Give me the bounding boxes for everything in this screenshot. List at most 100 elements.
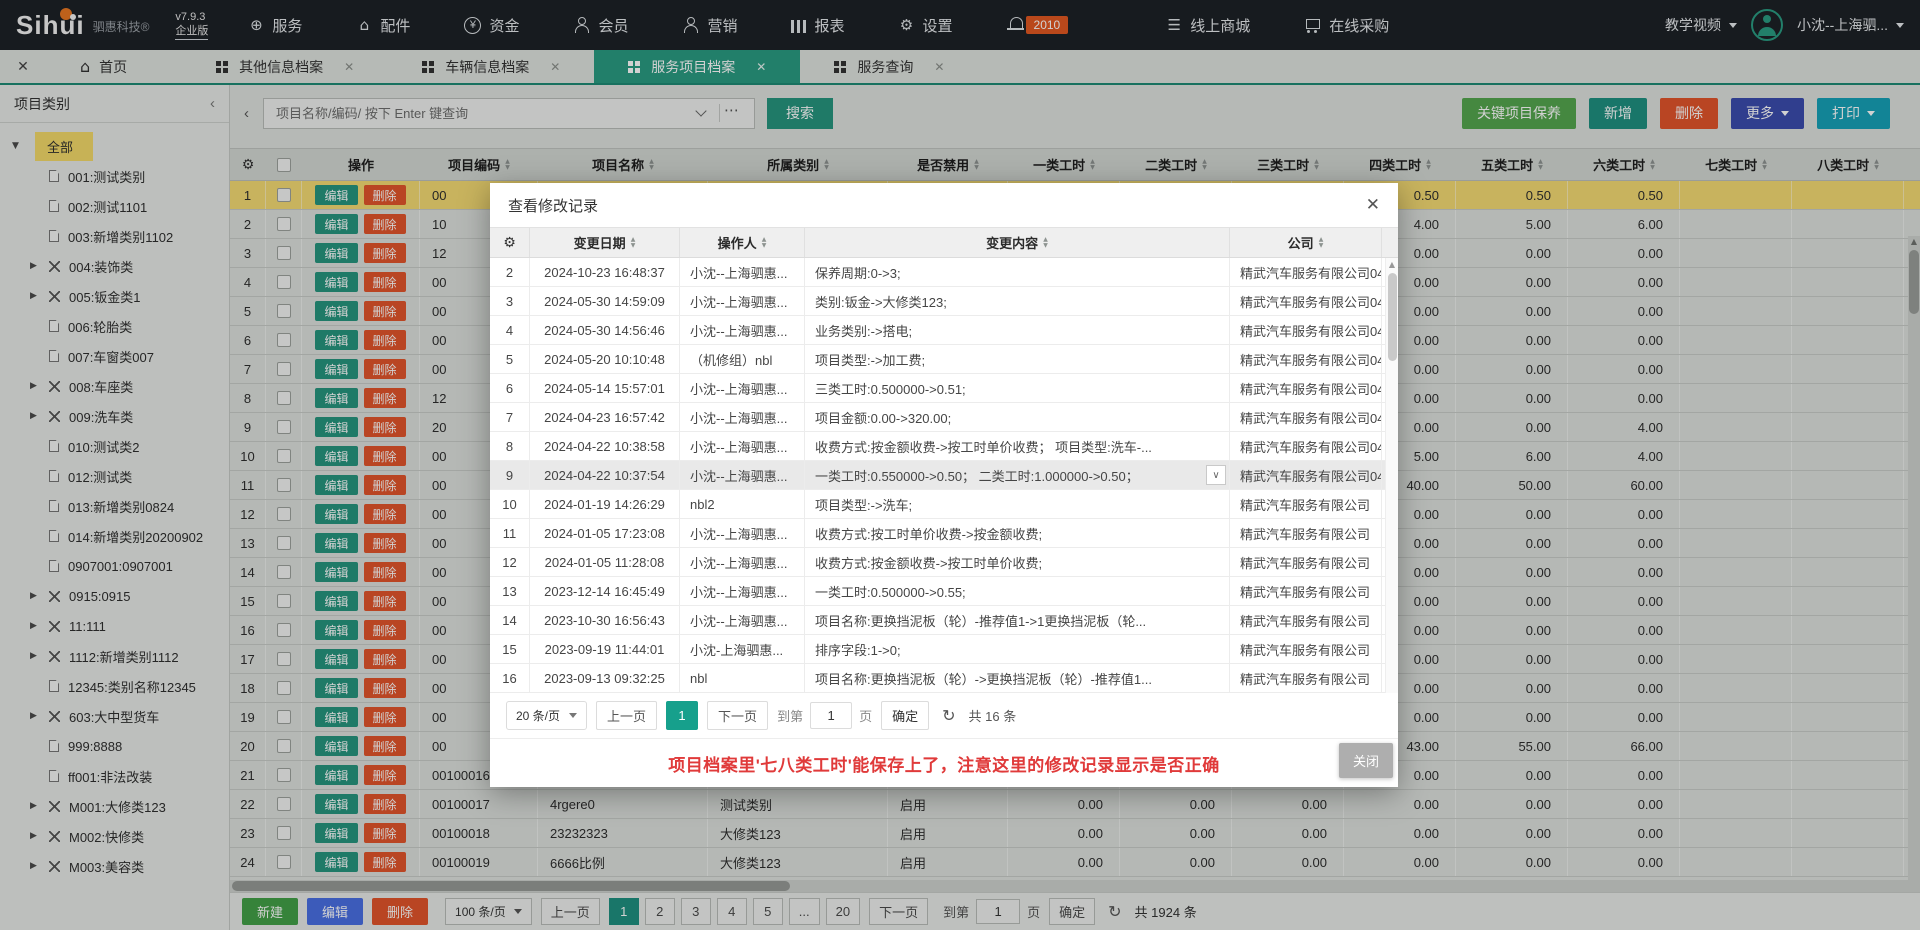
cell-change-date: 2024-01-19 14:26:29 [530,490,680,518]
dialog-scrollbar[interactable]: ▲ [1385,258,1398,693]
change-log-row[interactable]: 11 2024-01-05 17:23:08 小沈--上海驷惠... 收费方式:… [490,519,1398,548]
goto-confirm-button[interactable]: 确定 [881,701,929,730]
cell-change-date: 2023-09-13 09:32:25 [530,664,680,692]
cell-change-date: 2024-04-22 10:37:54 [530,461,680,489]
cell-operator: 小沈--上海驷惠... [680,461,805,489]
cell-company: 精武汽车服务有限公司 [1230,606,1382,634]
cell-change-date: 2024-04-23 16:57:42 [530,403,680,431]
goto-page-input[interactable] [810,702,852,729]
cell-change-content: 项目名称:更换挡泥板（轮）->更换挡泥板（轮）-推荐值1... [805,664,1230,692]
dialog-footer: 项目档案里'七八类工时'能保存上了，注意这里的修改记录显示是否正确 关闭 [490,739,1398,787]
close-dialog-button[interactable]: 关闭 [1339,743,1393,778]
cell-operator: 小沈--上海驷惠... [680,548,805,576]
expand-row-chevron[interactable]: ∨ [1206,465,1226,485]
cell-company: 精武汽车服务有限公司 [1230,490,1382,518]
change-log-row[interactable]: 5 2024-05-20 10:10:48 （机修组）nbl 项目类型:->加工… [490,345,1398,374]
sort-icon[interactable] [1043,237,1048,249]
cell-change-date: 2024-05-14 15:57:01 [530,374,680,402]
cell-company: 精武汽车服务有限公司04... [1230,432,1382,460]
column-header[interactable]: 变更日期 [530,228,680,257]
cell-operator: nbl [680,664,805,692]
cell-operator: 小沈--上海驷惠... [680,287,805,315]
column-header[interactable]: 公司 [1230,228,1382,257]
change-log-row[interactable]: 13 2023-12-14 16:45:49 小沈--上海驷惠... 一类工时:… [490,577,1398,606]
cell-change-date: 2023-12-14 16:45:49 [530,577,680,605]
cell-company: 精武汽车服务有限公司 [1230,577,1382,605]
cell-operator: 小沈--上海驷惠... [680,316,805,344]
cell-index: 5 [490,345,530,373]
cell-operator: 小沈-上海驷惠... [680,635,805,663]
cell-operator: 小沈--上海驷惠... [680,606,805,634]
cell-change-content: 业务类别:->搭电; [805,316,1230,344]
column-settings-cell: ⚙ [490,228,530,257]
cell-change-content: 一类工时:0.500000->0.55; [805,577,1230,605]
cell-change-content: 项目金额:0.00->320.00; [805,403,1230,431]
sort-icon[interactable] [762,237,767,249]
chevron-down-icon [569,713,577,718]
cell-index: 13 [490,577,530,605]
cell-operator: 小沈--上海驷惠... [680,403,805,431]
change-log-row[interactable]: 15 2023-09-19 11:44:01 小沈-上海驷惠... 排序字段:1… [490,635,1398,664]
cell-change-content: 排序字段:1->0; [805,635,1230,663]
change-log-row[interactable]: 4 2024-05-30 14:56:46 小沈--上海驷惠... 业务类别:-… [490,316,1398,345]
cell-change-content: 收费方式:按金额收费->按工时单价收费； 项目类型:洗车-... [805,432,1230,460]
cell-operator: 小沈--上海驷惠... [680,432,805,460]
cell-company: 精武汽车服务有限公司04... [1230,403,1382,431]
page-size-select[interactable]: 20 条/页 [506,701,587,730]
cell-index: 10 [490,490,530,518]
close-icon[interactable]: ✕ [1366,195,1380,215]
change-log-row[interactable]: 14 2023-10-30 16:56:43 小沈--上海驷惠... 项目名称:… [490,606,1398,635]
change-log-row[interactable]: 8 2024-04-22 10:38:58 小沈--上海驷惠... 收费方式:按… [490,432,1398,461]
dialog-table-header: ⚙ 变更日期 操作人 变更内容 公司 [490,227,1398,258]
annotation-note: 项目档案里'七八类工时'能保存上了，注意这里的修改记录显示是否正确 [668,751,1220,776]
cell-index: 12 [490,548,530,576]
cell-operator: 小沈--上海驷惠... [680,577,805,605]
cell-index: 7 [490,403,530,431]
cell-index: 16 [490,664,530,692]
cell-change-content: 类别:钣金->大修类123; [805,287,1230,315]
change-log-row[interactable]: 16 2023-09-13 09:32:25 nbl 项目名称:更换挡泥板（轮）… [490,664,1398,693]
dialog-table-body: 2 2024-10-23 16:48:37 小沈--上海驷惠... 保养周期:0… [490,258,1398,693]
prev-page-button[interactable]: 上一页 [596,701,657,730]
change-log-row[interactable]: 6 2024-05-14 15:57:01 小沈--上海驷惠... 三类工时:0… [490,374,1398,403]
cell-company: 精武汽车服务有限公司 [1230,519,1382,547]
cell-index: 2 [490,258,530,286]
cell-change-date: 2024-10-23 16:48:37 [530,258,680,286]
cell-change-date: 2024-04-22 10:38:58 [530,432,680,460]
scroll-up-icon[interactable]: ▲ [1386,258,1398,271]
sort-icon[interactable] [631,237,636,249]
cell-change-content: 收费方式:按工时单价收费->按金额收费; [805,519,1230,547]
dialog-pagination: 20 条/页 上一页 1 下一页 到第 页 确定 ↻ 共 16 条 [490,693,1398,739]
cell-change-date: 2024-05-30 14:56:46 [530,316,680,344]
cell-change-date: 2024-05-20 10:10:48 [530,345,680,373]
cell-change-date: 2024-05-30 14:59:09 [530,287,680,315]
cell-index: 4 [490,316,530,344]
cell-change-date: 2023-10-30 16:56:43 [530,606,680,634]
cell-index: 9 [490,461,530,489]
dialog-scroll-thumb[interactable] [1388,273,1397,361]
column-header[interactable]: 变更内容 [805,228,1230,257]
page-button[interactable]: 1 [666,701,698,730]
column-header[interactable]: 操作人 [680,228,805,257]
change-log-row[interactable]: 7 2024-04-23 16:57:42 小沈--上海驷惠... 项目金额:0… [490,403,1398,432]
gear-icon[interactable]: ⚙ [503,235,516,251]
change-log-row[interactable]: 10 2024-01-19 14:26:29 nbl2 项目类型:->洗车; 精… [490,490,1398,519]
change-log-row[interactable]: 12 2024-01-05 11:28:08 小沈--上海驷惠... 收费方式:… [490,548,1398,577]
cell-change-date: 2024-01-05 17:23:08 [530,519,680,547]
change-log-row[interactable]: 2 2024-10-23 16:48:37 小沈--上海驷惠... 保养周期:0… [490,258,1398,287]
change-log-row[interactable]: 3 2024-05-30 14:59:09 小沈--上海驷惠... 类别:钣金-… [490,287,1398,316]
cell-change-date: 2024-01-05 11:28:08 [530,548,680,576]
cell-company: 精武汽车服务有限公司 [1230,548,1382,576]
cell-company: 精武汽车服务有限公司 [1230,635,1382,663]
goto-page: 到第 页 [777,702,872,729]
total-count: 共 16 条 [969,706,1017,725]
sort-icon[interactable] [1319,237,1324,249]
cell-index: 6 [490,374,530,402]
refresh-icon[interactable]: ↻ [942,706,955,725]
cell-change-content: 一类工时:0.550000->0.50； 二类工时:1.000000->0.50… [805,461,1230,489]
change-log-row[interactable]: 9 2024-04-22 10:37:54 小沈--上海驷惠... 一类工时:0… [490,461,1398,490]
cell-change-content: 项目名称:更换挡泥板（轮）-推荐值1->1更换挡泥板（轮... [805,606,1230,634]
cell-change-content: 项目类型:->洗车; [805,490,1230,518]
cell-company: 精武汽车服务有限公司04... [1230,316,1382,344]
next-page-button[interactable]: 下一页 [707,701,768,730]
